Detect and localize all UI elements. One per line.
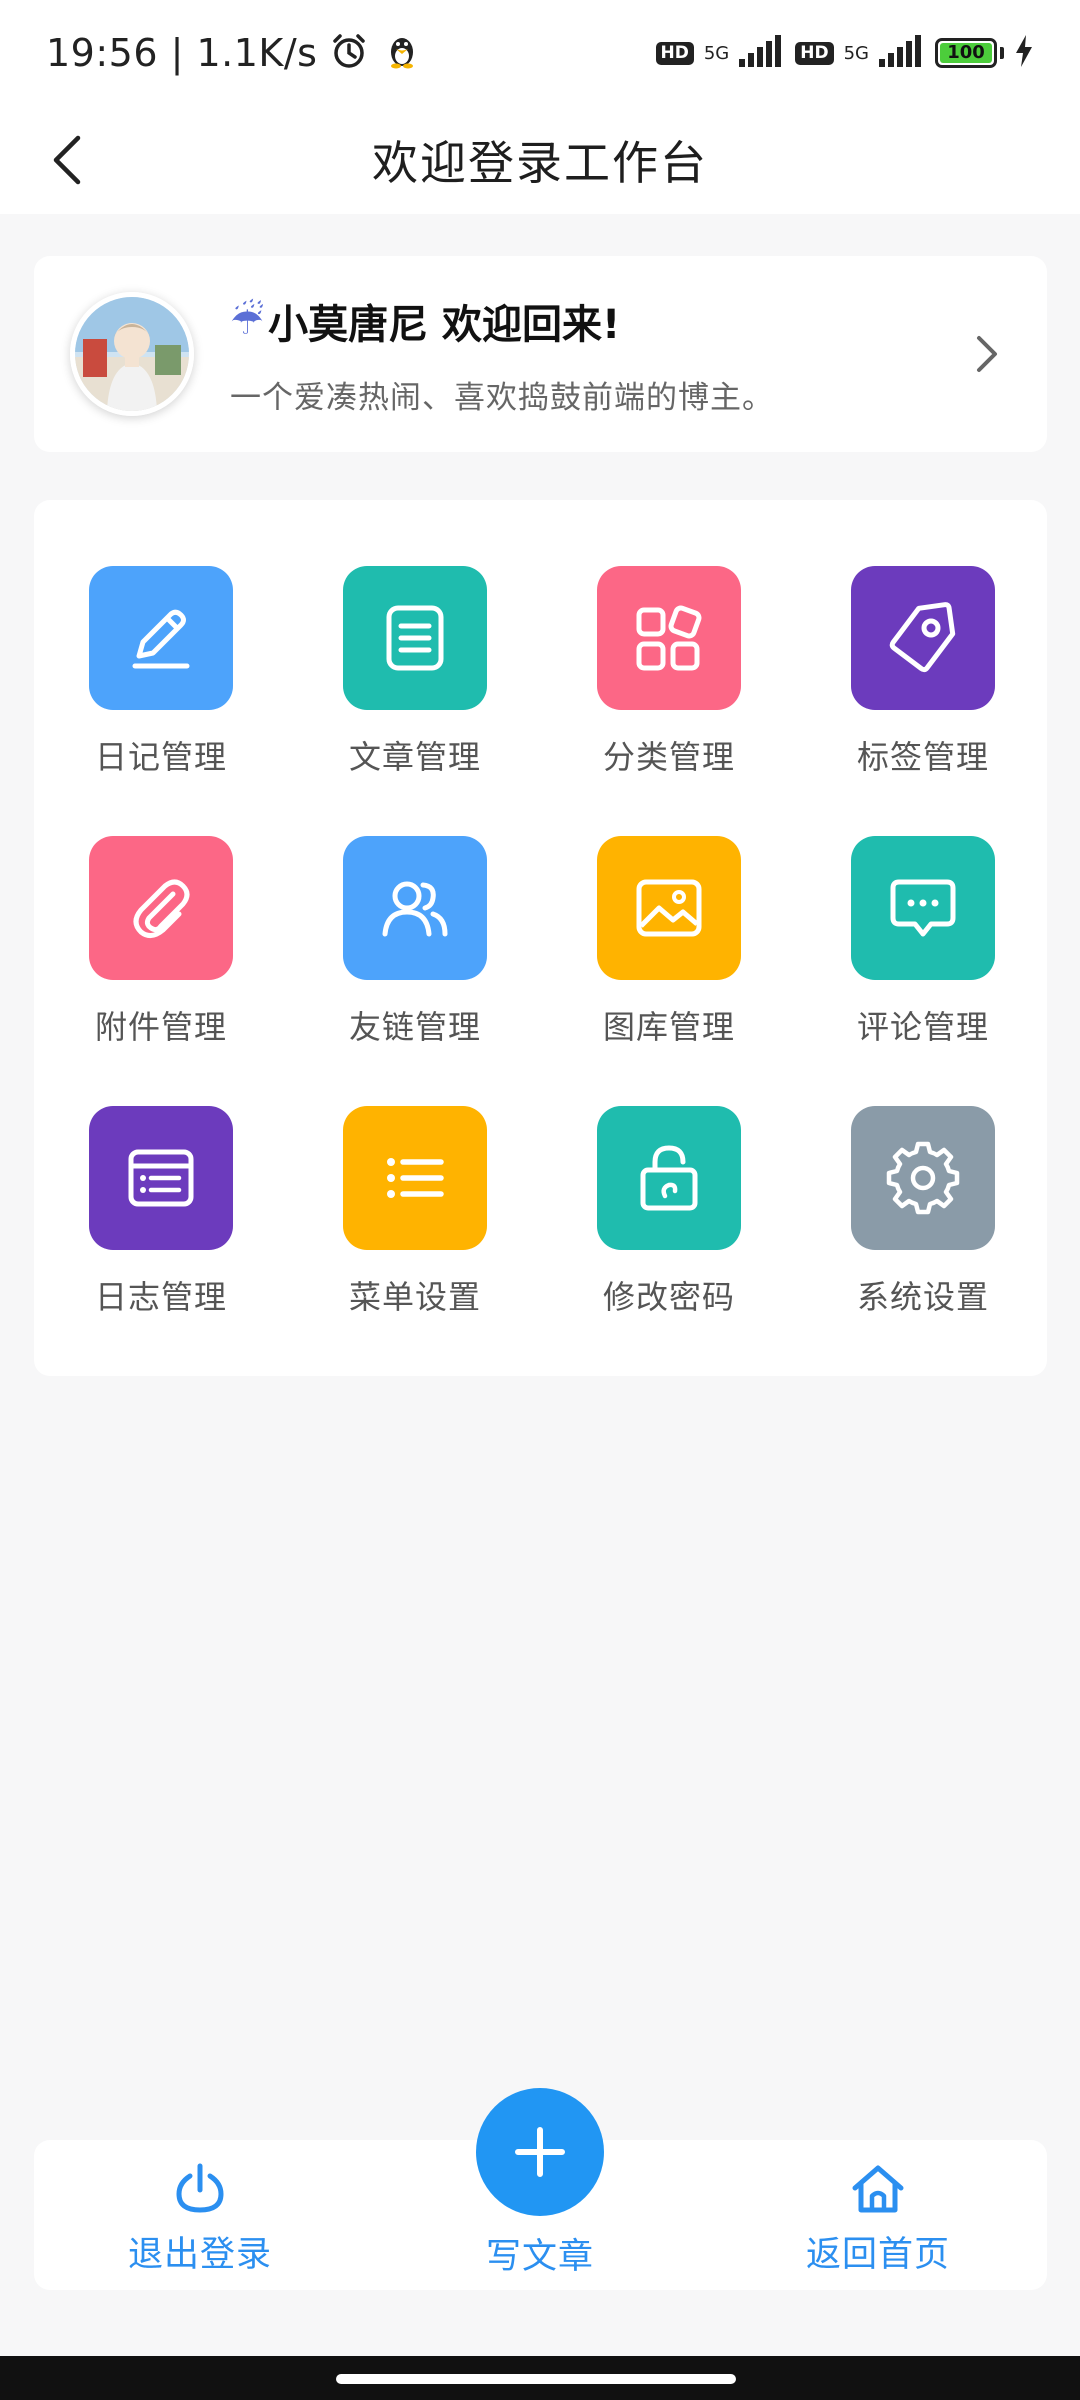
- network-type-label: 5G: [843, 42, 869, 64]
- menu-settings-tile[interactable]: 菜单设置: [288, 1106, 542, 1318]
- tag-icon: [851, 566, 995, 710]
- battery-level: 100: [940, 43, 992, 63]
- umbrella-icon: ☔: [230, 298, 265, 343]
- signal-icon: [739, 35, 785, 71]
- log-window-icon: [89, 1106, 233, 1250]
- page-title: 欢迎登录工作台: [372, 136, 708, 190]
- home-icon: [852, 2165, 904, 2213]
- tile-label: 附件管理: [94, 1008, 227, 1046]
- document-icon: [343, 566, 487, 710]
- write-article-label[interactable]: 写文章: [430, 2228, 650, 2279]
- comment-icon: [851, 836, 995, 980]
- status-time: 19:56 | 1.1K/s: [46, 31, 318, 75]
- change-password-tile[interactable]: 修改密码: [542, 1106, 796, 1318]
- gear-icon: [851, 1106, 995, 1250]
- tag-management-tile[interactable]: 标签管理: [796, 566, 1050, 778]
- function-grid: 日记管理 文章管理 分类管理 标签管理 附件管理 友链管理 图库管理 评论管理 …: [34, 566, 1047, 1318]
- lock-icon: [597, 1106, 741, 1250]
- system-settings-tile[interactable]: 系统设置: [796, 1106, 1050, 1318]
- logout-button[interactable]: 退出登录: [90, 2162, 310, 2277]
- tile-label: 图库管理: [602, 1008, 735, 1046]
- tile-label: 系统设置: [856, 1278, 989, 1316]
- hd-badge: HD: [795, 41, 834, 65]
- home-indicator[interactable]: [336, 2374, 736, 2384]
- home-label: 返回首页: [805, 2235, 950, 2275]
- back-button[interactable]: [36, 128, 100, 192]
- avatar[interactable]: [70, 292, 194, 416]
- signal-icon: [879, 35, 925, 71]
- tile-label: 评论管理: [856, 1008, 989, 1046]
- attachment-management-tile[interactable]: 附件管理: [34, 836, 288, 1048]
- log-management-tile[interactable]: 日志管理: [34, 1106, 288, 1318]
- charging-bolt-icon: [1014, 35, 1034, 71]
- tile-label: 标签管理: [856, 738, 989, 776]
- alarm-icon: [329, 31, 369, 75]
- page-header: 欢迎登录工作台: [0, 106, 1080, 214]
- home-button[interactable]: 返回首页: [768, 2162, 988, 2277]
- pencil-icon: [89, 566, 233, 710]
- plus-icon: [515, 2127, 565, 2177]
- battery-icon: 100: [935, 38, 1004, 68]
- user-name: 小莫唐尼 欢迎回来!: [268, 301, 621, 348]
- tile-label: 友链管理: [348, 1008, 481, 1046]
- user-profile-card[interactable]: ☔ 小莫唐尼 欢迎回来! 一个爱凑热闹、喜欢捣鼓前端的博主。: [34, 256, 1047, 452]
- chevron-right-icon[interactable]: [963, 330, 1011, 378]
- power-icon: [176, 2163, 224, 2213]
- diary-management-tile[interactable]: 日记管理: [34, 566, 288, 778]
- qq-penguin-icon: [385, 32, 419, 74]
- tile-label: 菜单设置: [348, 1278, 481, 1316]
- list-icon: [343, 1106, 487, 1250]
- user-bio: 一个爱凑热闹、喜欢捣鼓前端的博主。: [230, 379, 774, 416]
- status-bar: 19:56 | 1.1K/s HD 5G HD 5G 100: [0, 0, 1080, 106]
- category-grid-icon: [597, 566, 741, 710]
- function-grid-card: 日记管理 文章管理 分类管理 标签管理 附件管理 友链管理 图库管理 评论管理 …: [34, 500, 1047, 1376]
- system-navigation-bar: [0, 2356, 1080, 2400]
- users-icon: [343, 836, 487, 980]
- category-management-tile[interactable]: 分类管理: [542, 566, 796, 778]
- tile-label: 日志管理: [94, 1278, 227, 1316]
- comment-management-tile[interactable]: 评论管理: [796, 836, 1050, 1048]
- gallery-management-tile[interactable]: 图库管理: [542, 836, 796, 1048]
- tile-label: 分类管理: [602, 738, 735, 776]
- tile-label: 文章管理: [348, 738, 481, 776]
- friend-links-management-tile[interactable]: 友链管理: [288, 836, 542, 1048]
- paperclip-icon: [89, 836, 233, 980]
- workbench-page: 19:56 | 1.1K/s HD 5G HD 5G 100 欢迎登录工作台 ☔…: [0, 0, 1080, 2400]
- tile-label: 修改密码: [602, 1278, 735, 1316]
- image-icon: [597, 836, 741, 980]
- article-management-tile[interactable]: 文章管理: [288, 566, 542, 778]
- network-type-label: 5G: [703, 42, 730, 64]
- tile-label: 日记管理: [94, 738, 227, 776]
- logout-label: 退出登录: [127, 2235, 272, 2275]
- write-article-button[interactable]: [476, 2088, 604, 2216]
- hd-badge: HD: [655, 41, 694, 65]
- chevron-left-icon: [53, 135, 81, 185]
